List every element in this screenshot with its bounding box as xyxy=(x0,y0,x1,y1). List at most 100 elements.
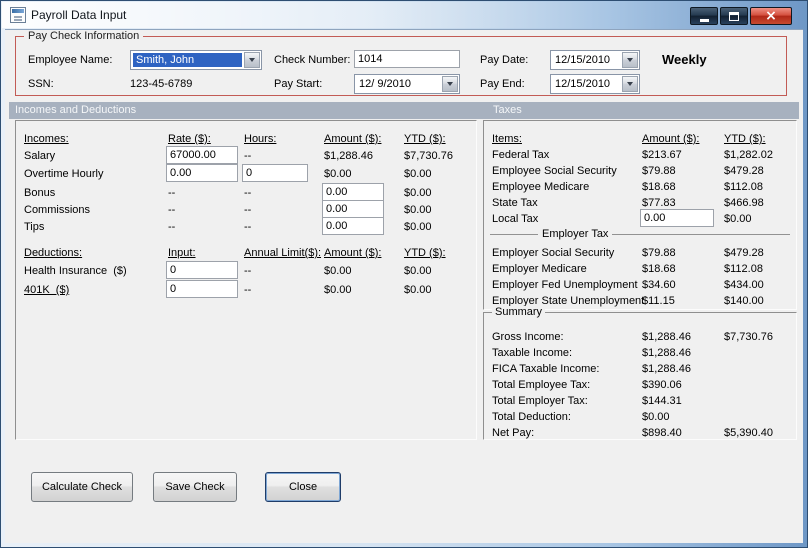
income-row-overtime: Overtime Hourly $0.00 $0.00 xyxy=(16,164,476,182)
app-window: Payroll Data Input × Pay Check Informati… xyxy=(0,0,808,548)
incomes-section-header: Incomes and Deductions xyxy=(15,104,137,116)
income-rate: -- xyxy=(168,204,176,216)
maximize-icon xyxy=(729,11,739,21)
tax-row-employer-ss: Employer Social Security $79.88 $479.28 xyxy=(484,245,796,261)
pay-frequency-label: Weekly xyxy=(662,52,707,67)
paycheck-group-label: Pay Check Information xyxy=(24,30,144,42)
calculate-check-button[interactable]: Calculate Check xyxy=(31,472,133,502)
separator-line xyxy=(490,233,538,235)
annual-limit-col-header: Annual Limit($): xyxy=(244,247,322,259)
summary-row-total-deduction: Total Deduction: $0.00 xyxy=(484,409,796,425)
taxes-panel: Items: Amount ($): YTD ($): Federal Tax … xyxy=(483,120,797,310)
income-ytd: $7,730.76 xyxy=(404,150,453,162)
dropdown-triangle-icon xyxy=(627,58,633,62)
summary-name: Taxable Income: xyxy=(492,347,573,359)
overtime-rate-input[interactable] xyxy=(166,164,238,182)
pay-date-label: Pay Date: xyxy=(480,54,529,66)
401k-input[interactable] xyxy=(166,280,238,298)
deductions-col-header: Deductions: xyxy=(24,247,83,259)
tips-amount-input[interactable] xyxy=(322,217,384,235)
bonus-amount-input[interactable] xyxy=(322,183,384,201)
app-icon xyxy=(10,7,26,23)
amount-col-header: Amount ($): xyxy=(642,133,700,145)
summary-amount: $144.31 xyxy=(642,395,682,407)
chevron-down-icon[interactable] xyxy=(622,76,638,92)
tax-name: Employer Social Security xyxy=(492,247,615,259)
income-name: Overtime Hourly xyxy=(24,168,104,180)
paycheck-info-group: Pay Check Information Employee Name: Smi… xyxy=(15,30,787,96)
minimize-button[interactable] xyxy=(690,7,718,25)
tax-ytd: $140.00 xyxy=(724,295,764,307)
ytd-col-header: YTD ($): xyxy=(404,133,446,145)
deduction-ytd: $0.00 xyxy=(404,265,432,277)
tax-ytd: $0.00 xyxy=(724,213,752,225)
summary-name: Net Pay: xyxy=(492,427,535,439)
income-rate: -- xyxy=(168,221,176,233)
amount-col-header: Amount ($): xyxy=(324,247,382,259)
summary-amount: $0.00 xyxy=(642,411,670,423)
tax-ytd: $466.98 xyxy=(724,197,764,209)
income-ytd: $0.00 xyxy=(404,168,432,180)
chevron-down-icon[interactable] xyxy=(244,52,260,68)
incomes-col-header: Incomes: xyxy=(24,133,69,145)
tax-row-employer-fed-unemployment: Employer Fed Unemployment $34.60 $434.00 xyxy=(484,277,796,293)
title-bar[interactable]: Payroll Data Input × xyxy=(2,2,806,28)
taxes-header-row: Items: Amount ($): YTD ($): xyxy=(484,131,796,147)
health-insurance-input[interactable] xyxy=(166,261,238,279)
income-hours: -- xyxy=(244,187,252,199)
tax-name: Employer Medicare xyxy=(492,263,587,275)
chevron-down-icon[interactable] xyxy=(442,76,458,92)
tax-amount: $11.15 xyxy=(642,295,675,307)
local-tax-input[interactable] xyxy=(640,209,714,227)
summary-row-taxable: Taxable Income: $1,288.46 xyxy=(484,345,796,361)
check-number-input[interactable] xyxy=(354,50,460,68)
maximize-button[interactable] xyxy=(720,7,748,25)
income-row-salary: Salary -- $1,288.46 $7,730.76 xyxy=(16,146,476,164)
summary-panel: Summary Gross Income: $1,288.46 $7,730.7… xyxy=(483,306,797,440)
pay-date-picker[interactable]: 12/15/2010 xyxy=(550,50,640,70)
summary-amount: $898.40 xyxy=(642,427,682,439)
deduction-name: Health Insurance ($) xyxy=(24,265,127,277)
income-ytd: $0.00 xyxy=(404,204,432,216)
income-hours: -- xyxy=(244,150,252,162)
income-ytd: $0.00 xyxy=(404,221,432,233)
chevron-down-icon[interactable] xyxy=(622,52,638,68)
employee-name-combobox[interactable]: Smith, John xyxy=(130,50,262,70)
amount-col-header: Amount ($): xyxy=(324,133,382,145)
summary-row-total-employer-tax: Total Employer Tax: $144.31 xyxy=(484,393,796,409)
salary-rate-input[interactable] xyxy=(166,146,238,164)
client-area: Pay Check Information Employee Name: Smi… xyxy=(5,29,803,543)
close-icon: × xyxy=(765,8,777,24)
overtime-hours-input[interactable] xyxy=(242,164,308,182)
income-amount: $0.00 xyxy=(324,168,352,180)
pay-end-picker[interactable]: 12/15/2010 xyxy=(550,74,640,94)
summary-ytd: $7,730.76 xyxy=(724,331,773,343)
tax-ytd: $112.08 xyxy=(724,263,763,275)
income-row-tips: Tips -- -- $0.00 xyxy=(16,217,476,235)
pay-start-picker[interactable]: 12/ 9/2010 xyxy=(354,74,460,94)
window-title: Payroll Data Input xyxy=(31,8,127,22)
income-name: Commissions xyxy=(24,204,91,216)
tax-amount: $77.83 xyxy=(642,197,676,209)
summary-row-fica-taxable: FICA Taxable Income: $1,288.46 xyxy=(484,361,796,377)
tax-amount: $34.60 xyxy=(642,279,676,291)
summary-ytd: $5,390.40 xyxy=(724,427,773,439)
income-name: Tips xyxy=(24,221,45,233)
summary-name: Total Employee Tax: xyxy=(492,379,591,391)
save-check-button[interactable]: Save Check xyxy=(153,472,237,502)
tax-amount: $79.88 xyxy=(642,165,676,177)
tax-ytd: $112.08 xyxy=(724,181,763,193)
401k-link[interactable]: 401K ($) xyxy=(24,283,69,297)
commissions-amount-input[interactable] xyxy=(322,200,384,218)
deduction-row-health-insurance: Health Insurance ($) -- $0.00 $0.00 xyxy=(16,261,476,279)
tax-name: Employer Fed Unemployment xyxy=(492,279,638,291)
tax-amount: $18.68 xyxy=(642,263,676,275)
input-col-header: Input: xyxy=(168,247,196,259)
income-hours: -- xyxy=(244,221,252,233)
close-button[interactable]: Close xyxy=(265,472,341,502)
close-window-button[interactable]: × xyxy=(750,7,792,25)
tax-ytd: $434.00 xyxy=(724,279,764,291)
income-amount: $1,288.46 xyxy=(324,150,373,162)
summary-label: Summary xyxy=(492,306,546,318)
summary-name: Total Employer Tax: xyxy=(492,395,588,407)
